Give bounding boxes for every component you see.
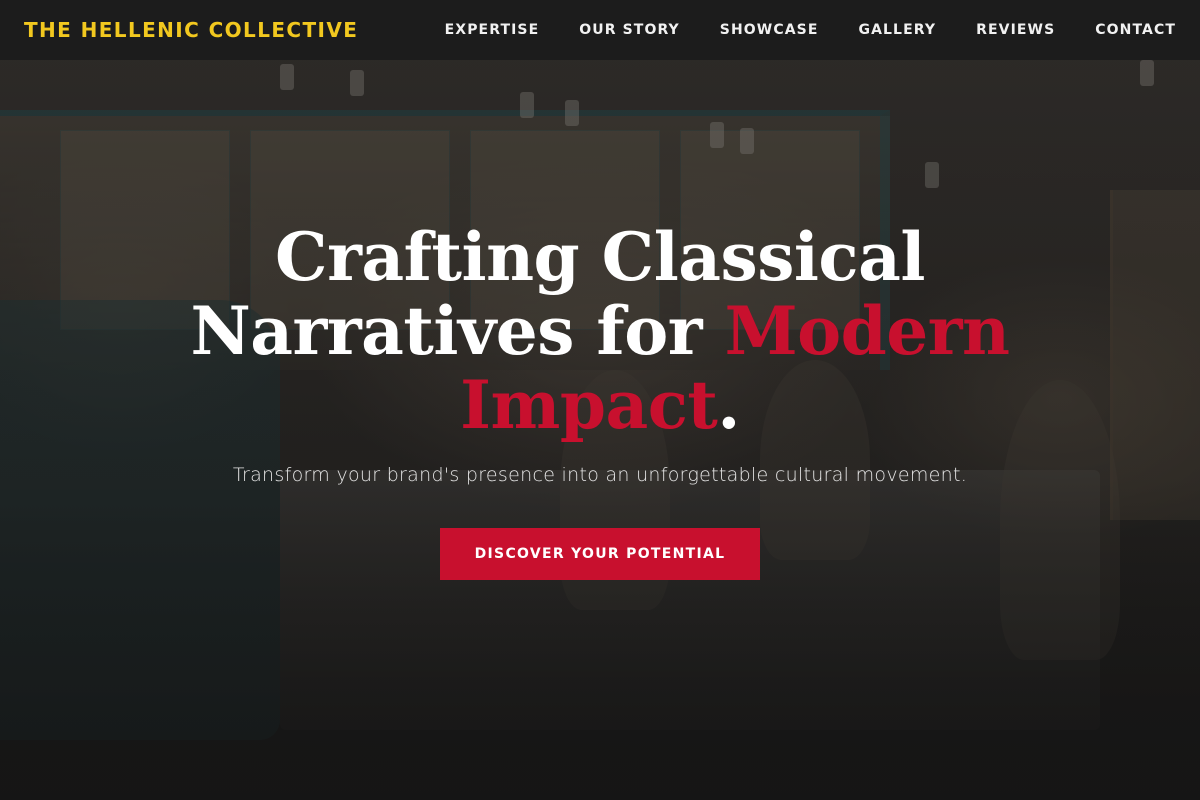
discover-potential-button[interactable]: DISCOVER YOUR POTENTIAL bbox=[440, 528, 760, 580]
hero-headline-line2: Narratives for bbox=[190, 292, 725, 370]
hero-headline-period: . bbox=[717, 366, 740, 444]
landing-page: THE HELLENIC COLLECTIVE EXPERTISE OUR ST… bbox=[0, 0, 1200, 800]
hero-subtitle: Transform your brand's presence into an … bbox=[232, 464, 968, 486]
hero-headline-line1: Crafting Classical bbox=[275, 218, 925, 296]
hero-headline: Crafting Classical Narratives for Modern… bbox=[190, 220, 1010, 442]
nav-link-gallery[interactable]: GALLERY bbox=[859, 22, 937, 38]
hero-section: Crafting Classical Narratives for Modern… bbox=[0, 220, 1200, 580]
nav-link-expertise[interactable]: EXPERTISE bbox=[445, 22, 540, 38]
nav-links: EXPERTISE OUR STORY SHOWCASE GALLERY REV… bbox=[405, 22, 1176, 38]
nav-link-our-story[interactable]: OUR STORY bbox=[579, 22, 680, 38]
nav-link-reviews[interactable]: REVIEWS bbox=[976, 22, 1055, 38]
nav-link-contact[interactable]: CONTACT bbox=[1095, 22, 1176, 38]
top-navbar: THE HELLENIC COLLECTIVE EXPERTISE OUR ST… bbox=[0, 0, 1200, 60]
brand-logo-link[interactable]: THE HELLENIC COLLECTIVE bbox=[24, 18, 358, 42]
nav-link-showcase[interactable]: SHOWCASE bbox=[720, 22, 819, 38]
